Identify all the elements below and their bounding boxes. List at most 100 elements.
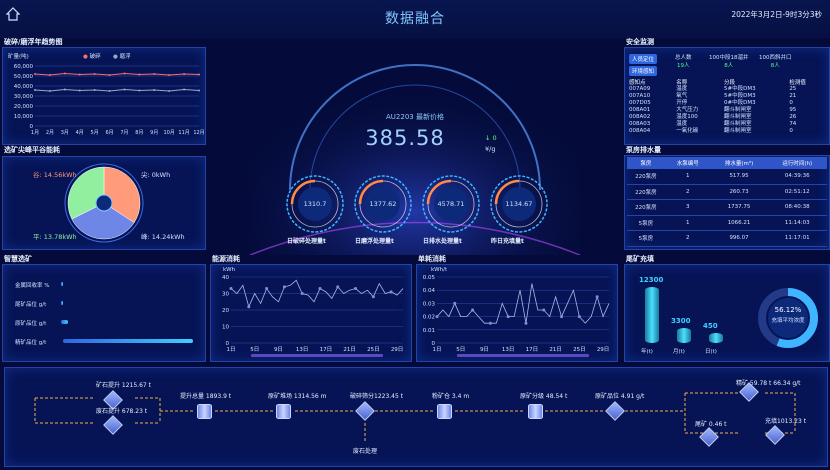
unit-xtick: 13日 [502,346,515,353]
unit-point [488,321,492,325]
tab-personnel[interactable]: 人员定位 [629,54,658,64]
consumption-xtick: 21日 [343,346,356,353]
consumption-xtick: 9日 [274,346,283,353]
consumption-ytick: 20 [222,308,229,314]
trend-point [63,88,66,91]
consumption-chart: 4030201001日 5日 9日 13日 17日 21日 25日 29日 [222,275,404,357]
trend-panel: 60,000 50,000 40,000 30,000 20,000 10,000 0 1月 2… [2,47,206,145]
unit-point [471,308,475,312]
fill-bar-category: 日(t) [705,349,717,355]
price-value: 385.58 [365,126,445,150]
tab-environment[interactable]: 环境感知 [629,66,658,76]
unit-chart: 0.050.040.030.020.0101日 5日 9日 13日 17日 21日 25日 2… [423,275,610,357]
unit-ytick: 0.03 [423,301,436,307]
trend-xtick: 12月 [193,130,204,136]
trend-xtick: 3月 [61,130,69,136]
flow-tailings: 尾矿 0.46 t [695,421,727,428]
table-row: 220泵房 1 517.95 04:39:36 [627,169,827,185]
trend-xtick: 6月 [105,130,113,136]
trend-point [78,73,81,76]
trend-point [78,89,81,92]
pie-label: 尖: 0kWh [141,170,170,179]
trend-ylabel: 矿量(吨) [8,54,29,60]
fill-bar-value: 450 [703,322,718,330]
consumption-scrollbar [251,354,383,357]
fill-panel-title: 尾矿充填 [626,255,654,263]
pie-center [95,194,113,212]
flow-crush-screen: 破碎筛分1223.45 t [350,393,404,400]
trend-panel-title: 破碎/磨浮年趋势图 [4,38,63,46]
trend-xtick: 7月 [120,130,128,136]
safety-stat: 100西斜井口 8人 [759,55,792,69]
unit-point [577,315,581,319]
consumption-point [265,287,269,291]
table-row: 008A04 一氧化碳 翻斗制闸室 0 [629,128,793,134]
safety-panel: 人员定位 环境感知 总人数 19人 100中段18溜井 8人 100西斜井口 8人 感知点… [624,47,830,145]
trend-point [34,73,36,75]
table-row: 008A02 温度100 翻斗制闸室 26 [629,114,797,120]
pump-panel-title: 泵房排水量 [626,146,661,154]
trend-xtick: 4月 [76,130,84,136]
donut-value: 56.12% [774,306,802,314]
gauge-label: 日排水处理量t [423,238,462,245]
flow-ore-yard: 原矿堆场 1314.56 m [268,393,327,400]
unit-xtick: 5日 [456,346,465,353]
trend-series-line [34,88,200,92]
flow-ore-grading: 原矿分级 48.54 t [520,393,568,400]
unit-xtick: 29日 [597,346,610,353]
ore-yard-icon [276,404,291,419]
fill-bar [709,333,723,343]
unit-ytick: 0.01 [423,328,435,334]
gauge: 1310.7 日破碎处理量t [283,172,347,248]
table-row: 007A09 温度 5#中段DM3 25 [629,86,797,92]
safety-stat: 100中段18溜井 8人 [709,55,749,69]
consumption-ytick: 40 [222,275,229,281]
gauge: 1134.67 昨日充填量t [487,172,551,248]
pie-label: 平: 13.78kWh [33,233,77,241]
fill-bar-category: 月(t) [673,349,685,355]
table-row: 008A03 温度 翻斗制闸室 74 [629,121,797,127]
trend-point [198,89,200,92]
consumption-ytick: 10 [222,325,229,331]
trend-xtick: 2月 [46,130,54,136]
trend-chart: 60,00050,00040,00030,00020,00010,00001月 2… [14,64,205,136]
smart-item-bar [61,282,63,286]
flow-waste-treatment: 废石处理 [353,448,378,455]
trend-point [108,74,111,76]
smart-item-label: 尾矿品位 g/t [15,302,47,308]
price-change: ↓ 0 [485,134,497,142]
safety-panel-title: 安全监测 [626,38,654,46]
consumption-panel-title: 能源消耗 [212,255,240,263]
gauge-value: 1310.7 [303,200,327,208]
unit-point [595,295,599,299]
table-row: 220泵房 3 1737.75 08:40:38 [627,199,827,216]
unit-point [435,315,439,319]
fill-bar [645,287,659,343]
trend-ytick: 30,000 [14,94,34,100]
safety-stat: 总人数 19人 [675,55,692,69]
trend-ytick: 50,000 [14,74,34,80]
consumption-point [229,287,233,291]
safety-table: 感知点 名称 分段 检测值 007A09 温度 5#中段DM3 25 007A10 氧气 5#中段D… [627,78,825,135]
consumption-point [247,305,251,309]
consumption-point [300,292,304,295]
consumption-point [282,285,286,289]
consumption-xtick: 29日 [391,346,404,353]
trend-point [153,73,156,75]
trend-point [183,88,186,91]
trend-xtick: 5月 [91,130,99,136]
trend-point [168,90,171,92]
fill-bar [677,327,691,343]
unit-xtick: 1日 [433,346,442,353]
trend-point [123,88,126,91]
pie-label: 谷: 14.56kWh [33,170,77,179]
gauge-value: 1134.67 [505,200,533,208]
price-unit: ¥/g [485,145,496,153]
trend-point [123,72,126,75]
trend-point [93,89,96,91]
consumption-point [318,287,322,291]
unit-xtick: 9日 [480,346,489,353]
table-row: 008A01 大气压力 翻斗制闸室 95 [629,107,797,113]
fill-bar-value: 12300 [639,276,664,284]
gauge-value: 4578.71 [437,200,465,208]
